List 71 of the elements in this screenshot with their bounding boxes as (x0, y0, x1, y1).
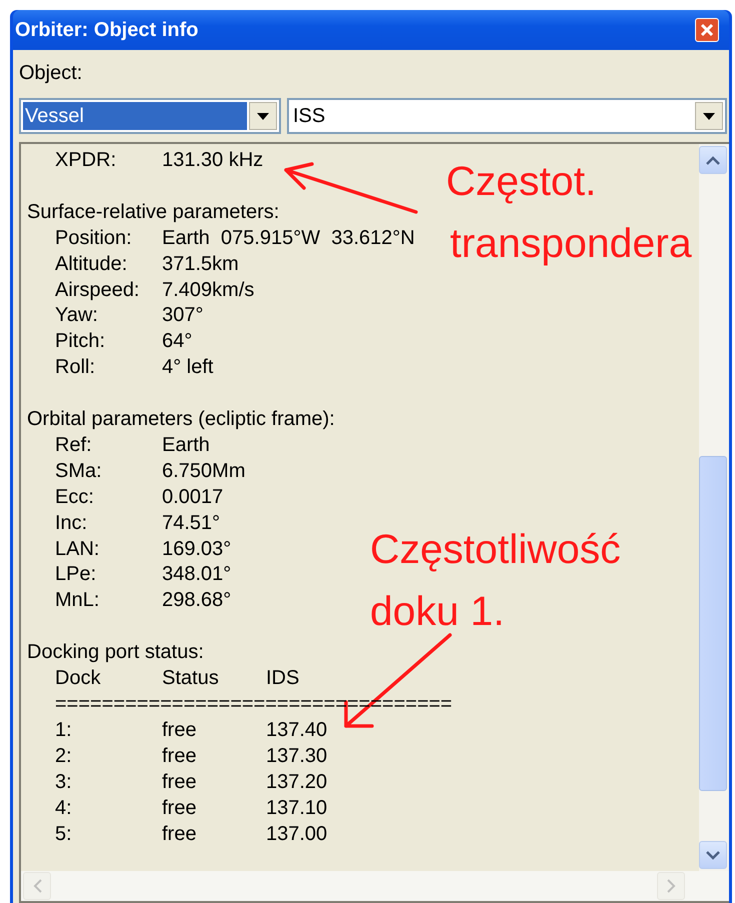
scroll-up-button[interactable] (699, 146, 727, 174)
scroll-thumb[interactable] (699, 456, 727, 791)
parameter-value: 6.750Mm (162, 458, 246, 484)
chevron-up-icon (706, 156, 720, 164)
close-icon (700, 23, 714, 37)
parameter-value: 371.5km (162, 252, 239, 277)
parameter-label: LAN: (55, 536, 100, 562)
parameter-label: Pitch: (55, 329, 106, 354)
dropdown-button[interactable] (249, 102, 277, 130)
parameter-label: MnL: (55, 588, 100, 614)
dock-number: 1: (55, 718, 73, 743)
parameter-value: Earth (162, 432, 210, 458)
dock-status: free (162, 770, 198, 795)
chevron-left-icon (32, 879, 42, 893)
parameter-label: Inc: (55, 510, 88, 536)
parameter-label: Altitude: (55, 252, 128, 277)
parameter-value: 7.409km/s (162, 278, 254, 303)
chevron-right-icon (666, 879, 676, 893)
close-button[interactable] (695, 18, 719, 42)
dock-ids-frequency: 137.00 (266, 822, 328, 847)
parameter-label: Ref: (55, 432, 93, 458)
annotation-text: Częstotliwość (370, 525, 621, 574)
dock-number: 3: (55, 770, 73, 795)
dock-status: free (162, 796, 198, 821)
dropdown-button[interactable] (695, 102, 723, 130)
parameter-label: Airspeed: (55, 278, 140, 303)
window-title: Orbiter: Object info (15, 18, 198, 42)
chevron-down-icon (706, 850, 720, 860)
section-heading: Orbital parameters (ecliptic frame): (27, 407, 336, 432)
annotation-text: transpondera (450, 219, 692, 268)
parameter-value: Earth 075.915°W 33.612°N (162, 226, 415, 251)
dock-status: free (162, 744, 198, 769)
column-header: Status (162, 666, 220, 692)
parameter-label: XPDR: (55, 148, 118, 173)
dropdown-arrow-icon (703, 112, 715, 120)
annotation-text: Częstot. (446, 157, 598, 206)
parameter-value: 4° left (162, 355, 214, 380)
object-dropdown[interactable]: ISS (287, 98, 727, 134)
dock-status: free (162, 718, 198, 743)
parameter-label: Position: (55, 226, 133, 251)
dock-number: 4: (55, 796, 73, 821)
object-label: Object: (19, 62, 84, 86)
parameter-value: 131.30 kHz (162, 148, 264, 173)
annotation-text: doku 1. (370, 587, 506, 636)
parameter-value: 298.68° (162, 588, 232, 614)
column-header: IDS (266, 666, 300, 692)
dock-number: 5: (55, 822, 73, 847)
section-heading: Docking port status: (27, 640, 205, 666)
type-dropdown[interactable]: Vessel (19, 98, 281, 134)
dock-ids-frequency: 137.30 (266, 744, 328, 769)
type-dropdown-value: Vessel (23, 102, 247, 130)
parameter-value: 307° (162, 303, 204, 328)
dock-ids-frequency: 137.40 (266, 718, 328, 743)
parameter-label: Roll: (55, 355, 96, 380)
parameter-value: 74.51° (162, 510, 220, 536)
parameter-value: 0.0017 (162, 484, 224, 510)
dock-status: free (162, 822, 198, 847)
column-header: Dock (55, 666, 102, 692)
parameter-value: 169.03° (162, 536, 232, 562)
parameter-value: 348.01° (162, 562, 232, 588)
parameter-label: SMa: (55, 458, 103, 484)
dock-ids-frequency: 137.10 (266, 796, 328, 821)
parameter-value: 64° (162, 329, 192, 354)
section-heading: Surface-relative parameters: (27, 200, 280, 225)
parameter-label: Ecc: (55, 484, 95, 510)
scroll-down-button[interactable] (699, 841, 727, 869)
parameter-label: LPe: (55, 562, 98, 588)
dropdown-arrow-icon (257, 112, 269, 120)
parameter-label: Yaw: (55, 303, 99, 328)
dock-number: 2: (55, 744, 73, 769)
dock-ids-frequency: 137.20 (266, 770, 328, 795)
